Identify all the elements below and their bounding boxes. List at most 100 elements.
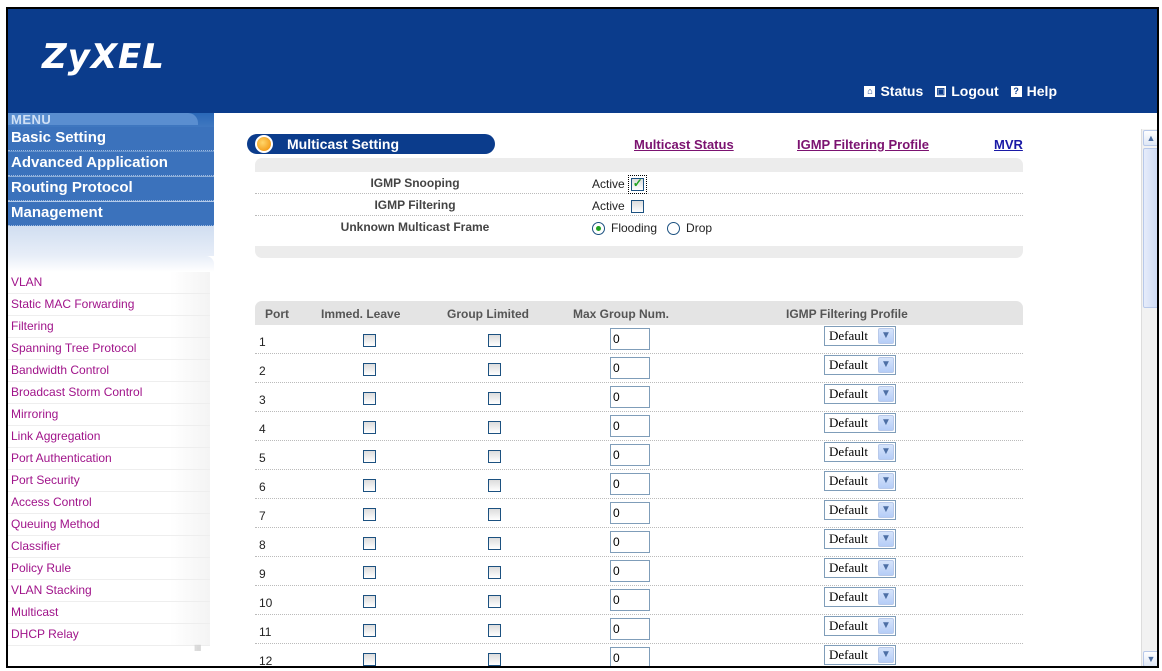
max-group-num-input[interactable] bbox=[610, 328, 650, 350]
max-group-num-input[interactable] bbox=[610, 386, 650, 408]
submenu-item[interactable]: Mirroring bbox=[8, 404, 210, 426]
group-limited-checkbox[interactable] bbox=[488, 450, 501, 463]
submenu-item[interactable]: Multicast bbox=[8, 602, 210, 624]
igmp-profile-select[interactable]: Default ▼ bbox=[824, 471, 896, 491]
scroll-up-button[interactable]: ▲ bbox=[1143, 130, 1157, 146]
chevron-down-icon[interactable]: ▼ bbox=[878, 531, 894, 547]
max-group-num-input[interactable] bbox=[610, 618, 650, 640]
max-group-num-input[interactable] bbox=[610, 560, 650, 582]
logout-link[interactable]: ▣ Logout bbox=[935, 83, 999, 99]
submenu-item[interactable]: Access Control bbox=[8, 492, 210, 514]
igmp-filtering-checkbox[interactable] bbox=[630, 199, 644, 213]
igmp-profile-select[interactable]: Default ▼ bbox=[824, 413, 896, 433]
submenu-item[interactable]: VLAN Stacking bbox=[8, 580, 210, 602]
max-group-num-input[interactable] bbox=[610, 589, 650, 611]
submenu-item[interactable]: Queuing Method bbox=[8, 514, 210, 536]
group-limited-checkbox[interactable] bbox=[488, 595, 501, 608]
max-group-num-input[interactable] bbox=[610, 531, 650, 553]
chevron-down-icon[interactable]: ▼ bbox=[878, 647, 894, 663]
submenu-item[interactable]: Static MAC Forwarding bbox=[8, 294, 210, 316]
group-limited-checkbox[interactable] bbox=[488, 537, 501, 550]
igmp-filtering-profile-link[interactable]: IGMP Filtering Profile bbox=[797, 137, 929, 152]
max-group-num-input[interactable] bbox=[610, 647, 650, 666]
igmp-profile-select[interactable]: Default ▼ bbox=[824, 326, 896, 346]
chevron-down-icon[interactable]: ▼ bbox=[878, 502, 894, 518]
scroll-thumb[interactable] bbox=[1143, 148, 1157, 308]
immed-leave-checkbox[interactable] bbox=[363, 537, 376, 550]
status-link[interactable]: ⌂ Status bbox=[864, 83, 923, 99]
max-group-num-input[interactable] bbox=[610, 473, 650, 495]
chevron-down-icon[interactable]: ▼ bbox=[878, 444, 894, 460]
immed-leave-checkbox[interactable] bbox=[363, 450, 376, 463]
submenu-item[interactable]: Bandwidth Control bbox=[8, 360, 210, 382]
group-limited-checkbox[interactable] bbox=[488, 479, 501, 492]
immed-leave-checkbox[interactable] bbox=[363, 392, 376, 405]
submenu-item[interactable]: Port Authentication bbox=[8, 448, 210, 470]
submenu-item[interactable]: VLAN bbox=[8, 272, 210, 294]
group-limited-checkbox[interactable] bbox=[488, 421, 501, 434]
submenu-item[interactable]: Classifier bbox=[8, 536, 210, 558]
igmp-snooping-value: Active bbox=[592, 174, 647, 194]
multicast-status-link[interactable]: Multicast Status bbox=[634, 137, 734, 152]
menu-routing-protocol[interactable]: Routing Protocol bbox=[8, 177, 214, 201]
chevron-down-icon[interactable]: ▼ bbox=[878, 560, 894, 576]
chevron-down-icon[interactable]: ▼ bbox=[878, 386, 894, 402]
igmp-profile-select[interactable]: Default ▼ bbox=[824, 529, 896, 549]
submenu-item[interactable]: Port Security bbox=[8, 470, 210, 492]
help-link[interactable]: ? Help bbox=[1010, 83, 1057, 99]
drop-radio[interactable] bbox=[667, 221, 681, 235]
group-limited-checkbox[interactable] bbox=[488, 566, 501, 579]
chevron-down-icon[interactable]: ▼ bbox=[878, 589, 894, 605]
immed-leave-checkbox[interactable] bbox=[363, 479, 376, 492]
menu-management[interactable]: Management bbox=[8, 202, 214, 226]
max-group-num-input[interactable] bbox=[610, 444, 650, 466]
vertical-scrollbar[interactable]: ▲ ▼ bbox=[1141, 129, 1157, 666]
chevron-down-icon[interactable]: ▼ bbox=[878, 415, 894, 431]
igmp-profile-select[interactable]: Default ▼ bbox=[824, 355, 896, 375]
group-limited-checkbox[interactable] bbox=[488, 653, 501, 666]
logout-icon: ▣ bbox=[935, 85, 947, 97]
table-row: 12 Default ▼ bbox=[255, 644, 1023, 666]
submenu-item[interactable]: Broadcast Storm Control bbox=[8, 382, 210, 404]
unknown-multicast-frame-label: Unknown Multicast Frame bbox=[340, 220, 490, 234]
max-group-num-input[interactable] bbox=[610, 415, 650, 437]
group-limited-checkbox[interactable] bbox=[488, 334, 501, 347]
immed-leave-checkbox[interactable] bbox=[363, 595, 376, 608]
igmp-profile-select[interactable]: Default ▼ bbox=[824, 616, 896, 636]
submenu-item[interactable]: DHCP Relay bbox=[8, 624, 210, 646]
igmp-profile-select[interactable]: Default ▼ bbox=[824, 558, 896, 578]
menu-advanced-application[interactable]: Advanced Application bbox=[8, 152, 214, 176]
igmp-profile-select[interactable]: Default ▼ bbox=[824, 442, 896, 462]
mvr-link[interactable]: MVR bbox=[994, 137, 1023, 152]
submenu-resize-grip[interactable]: ▦ bbox=[194, 643, 202, 652]
igmp-snooping-checkbox[interactable] bbox=[627, 174, 647, 194]
submenu-item[interactable]: Policy Rule bbox=[8, 558, 210, 580]
chevron-down-icon[interactable]: ▼ bbox=[878, 473, 894, 489]
flooding-radio[interactable] bbox=[592, 221, 605, 235]
chevron-down-icon[interactable]: ▼ bbox=[878, 357, 894, 373]
immed-leave-checkbox[interactable] bbox=[363, 334, 376, 347]
immed-leave-checkbox[interactable] bbox=[363, 508, 376, 521]
submenu-item[interactable]: Link Aggregation bbox=[8, 426, 210, 448]
scroll-down-button[interactable]: ▼ bbox=[1143, 651, 1157, 666]
group-limited-checkbox[interactable] bbox=[488, 508, 501, 521]
igmp-profile-select[interactable]: Default ▼ bbox=[824, 587, 896, 607]
igmp-profile-select[interactable]: Default ▼ bbox=[824, 384, 896, 404]
max-group-num-input[interactable] bbox=[610, 357, 650, 379]
max-group-num-input[interactable] bbox=[610, 502, 650, 524]
immed-leave-checkbox[interactable] bbox=[363, 653, 376, 666]
igmp-profile-select[interactable]: Default ▼ bbox=[824, 500, 896, 520]
menu-basic-setting[interactable]: Basic Setting bbox=[8, 127, 214, 151]
chevron-down-icon[interactable]: ▼ bbox=[878, 328, 894, 344]
chevron-down-icon[interactable]: ▼ bbox=[878, 618, 894, 634]
immed-leave-checkbox[interactable] bbox=[363, 624, 376, 637]
igmp-profile-select[interactable]: Default ▼ bbox=[824, 645, 896, 665]
group-limited-checkbox[interactable] bbox=[488, 363, 501, 376]
submenu-item[interactable]: Filtering bbox=[8, 316, 210, 338]
immed-leave-checkbox[interactable] bbox=[363, 421, 376, 434]
immed-leave-checkbox[interactable] bbox=[363, 566, 376, 579]
immed-leave-checkbox[interactable] bbox=[363, 363, 376, 376]
group-limited-checkbox[interactable] bbox=[488, 624, 501, 637]
group-limited-checkbox[interactable] bbox=[488, 392, 501, 405]
submenu-item[interactable]: Spanning Tree Protocol bbox=[8, 338, 210, 360]
